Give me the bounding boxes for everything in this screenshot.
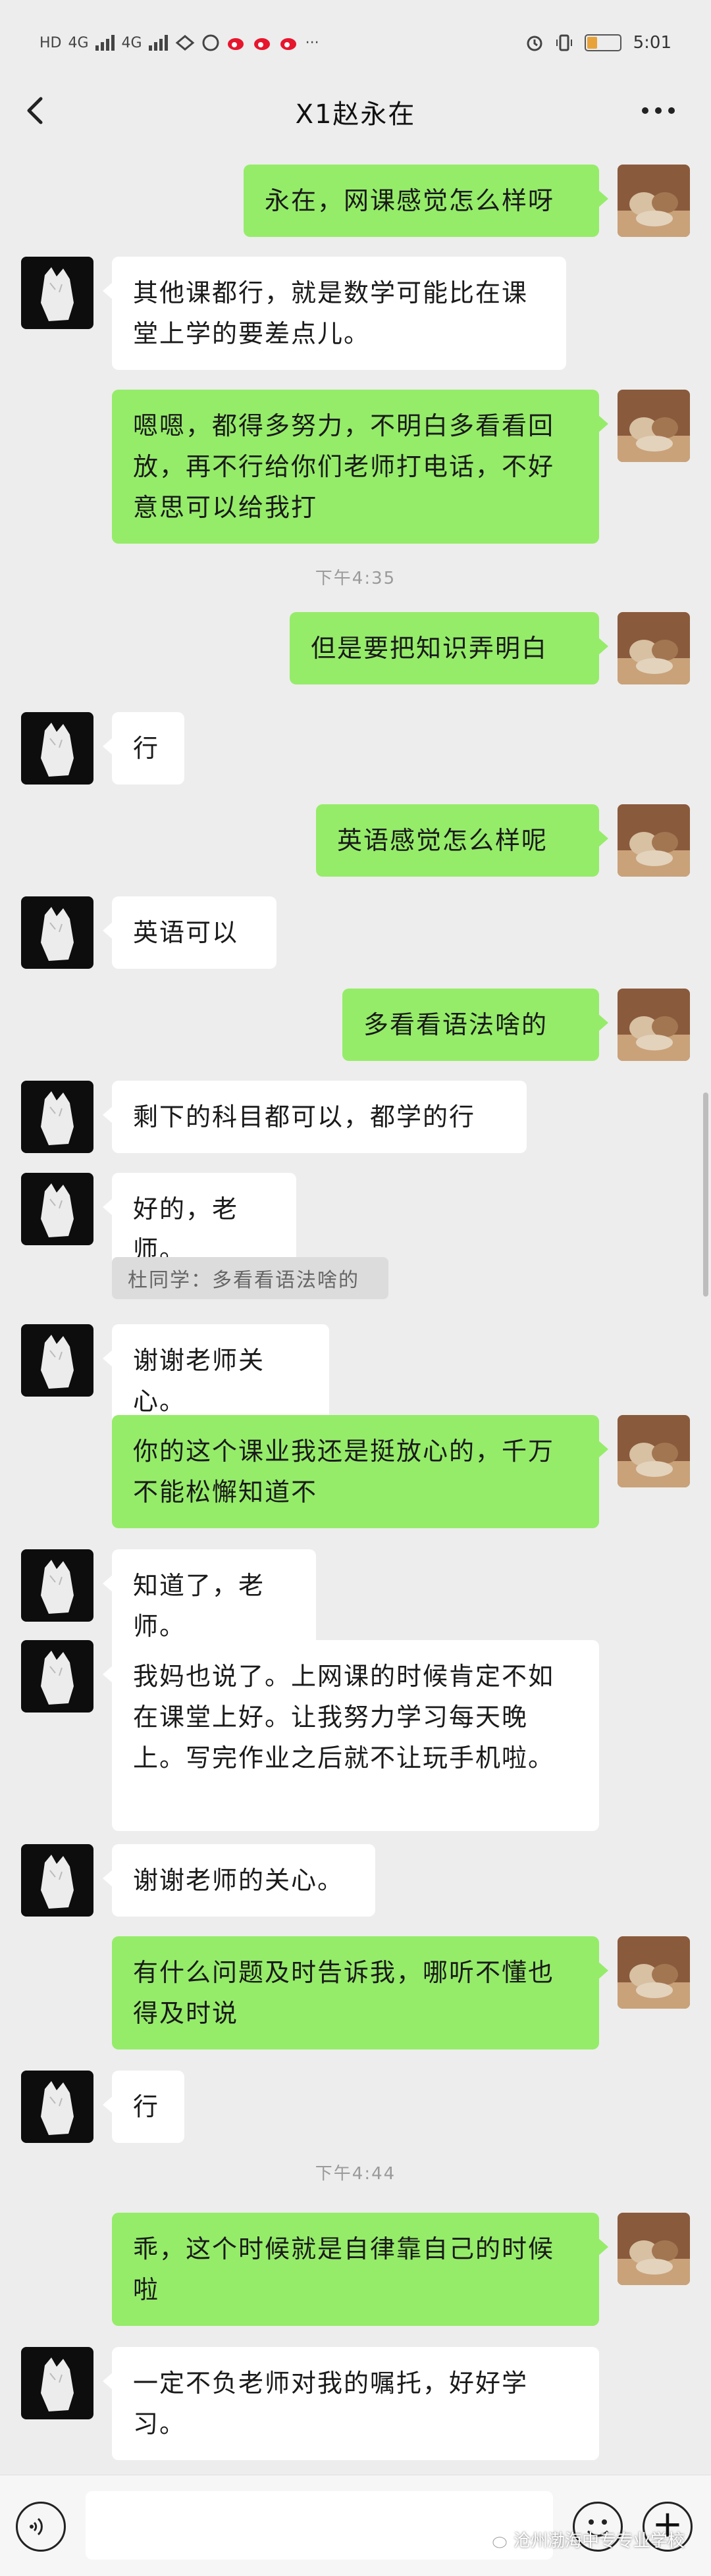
signal-bars-icon-2	[148, 35, 168, 51]
message-bubble[interactable]: 乖，这个时候就是自律靠自己的时候啦	[112, 2213, 608, 2326]
received-message: 行	[0, 2071, 711, 2143]
alarm-icon	[527, 36, 542, 51]
chevron-left-icon	[27, 97, 43, 124]
message-bubble[interactable]: 行	[103, 2071, 184, 2143]
status-left: HD 4G 4G ···	[40, 34, 319, 52]
message-bubble[interactable]: 行	[103, 712, 184, 785]
clock: 5:01	[633, 33, 672, 53]
watermark: 沧州渤海中专专业学校	[485, 2527, 685, 2552]
signal-label-1: 4G	[68, 34, 89, 51]
more-notifications: ···	[305, 34, 319, 51]
vibrate-icon	[556, 34, 572, 51]
message-input[interactable]	[86, 2491, 553, 2560]
my-avatar[interactable]	[618, 989, 690, 1061]
app-notification-icon	[175, 35, 194, 51]
input-bar: +	[0, 2475, 711, 2576]
received-message: 其他课都行，就是数学可能比在课堂上学的要差点儿。	[0, 257, 711, 370]
message-bubble[interactable]: 英语感觉怎么样呢	[316, 804, 608, 877]
contact-avatar[interactable]	[21, 2347, 93, 2419]
contact-avatar[interactable]	[21, 896, 93, 969]
sent-message: 你的这个课业我还是挺放心的，千万不能松懈知道不	[0, 1415, 711, 1528]
message-bubble[interactable]: 你的这个课业我还是挺放心的，千万不能松懈知道不	[112, 1415, 608, 1528]
message-bubble[interactable]: 谢谢老师的关心。	[103, 1844, 375, 1917]
message-bubble[interactable]: 有什么问题及时告诉我，哪听不懂也得及时说	[112, 1936, 608, 2049]
sent-message: 英语感觉怎么样呢	[0, 804, 711, 877]
received-message: 好的，老师。	[0, 1173, 711, 1286]
sent-message: 永在，网课感觉怎么样呀	[0, 165, 711, 237]
my-avatar[interactable]	[618, 1415, 690, 1487]
timestamp: 下午4:44	[315, 2164, 396, 2184]
more-dots-icon	[642, 107, 675, 114]
received-message: 行	[0, 712, 711, 785]
message-bubble[interactable]: 但是要把知识弄明白	[290, 612, 608, 684]
app-notification-icon-2	[202, 34, 219, 51]
quoted-message[interactable]: 杜同学：多看看语法啥的	[112, 1257, 388, 1299]
back-button[interactable]	[22, 91, 62, 130]
message-bubble[interactable]: 永在，网课感觉怎么样呀	[244, 165, 608, 237]
weibo-icon	[227, 38, 244, 50]
message-bubble[interactable]: 其他课都行，就是数学可能比在课堂上学的要差点儿。	[103, 257, 566, 370]
message-bubble[interactable]: 一定不负老师对我的嘱托，好好学习。	[103, 2347, 599, 2460]
chat-title: X1赵永在	[295, 99, 416, 130]
weibo-icon-3	[280, 38, 296, 50]
wechat-logo-icon	[485, 2531, 507, 2548]
hd-badge: HD	[40, 34, 62, 51]
contact-avatar[interactable]	[21, 1640, 93, 1713]
received-message: 我妈也说了。上网课的时候肯定不如在课堂上好。让我努力学习每天晚上。写完作业之后就…	[0, 1640, 711, 1831]
received-message: 剩下的科目都可以，都学的行	[0, 1081, 711, 1153]
contact-avatar[interactable]	[21, 1173, 93, 1245]
message-bubble[interactable]: 多看看语法啥的	[342, 989, 608, 1061]
my-avatar[interactable]	[618, 2213, 690, 2285]
message-bubble[interactable]: 嗯嗯，都得多努力，不明白多看看回放，再不行给你们老师打电话，不好意思可以给我打	[112, 390, 608, 544]
message-bubble[interactable]: 英语可以	[103, 896, 276, 969]
received-message: 谢谢老师关心。	[0, 1324, 711, 1437]
scrollbar[interactable]	[703, 1093, 708, 1297]
voice-icon	[30, 2517, 43, 2536]
voice-button[interactable]	[16, 2502, 66, 2552]
sent-message: 有什么问题及时告诉我，哪听不懂也得及时说	[0, 1936, 711, 2049]
status-right: 5:01	[525, 33, 672, 53]
timestamp: 下午4:35	[315, 569, 396, 588]
sent-message: 嗯嗯，都得多努力，不明白多看看回放，再不行给你们老师打电话，不好意思可以给我打	[0, 390, 711, 544]
message-bubble[interactable]: 剩下的科目都可以，都学的行	[103, 1081, 527, 1153]
weibo-icon-2	[253, 38, 270, 50]
sent-message: 但是要把知识弄明白	[0, 612, 711, 684]
signal-label-2: 4G	[121, 34, 142, 51]
contact-avatar[interactable]	[21, 1549, 93, 1622]
message-bubble[interactable]: 我妈也说了。上网课的时候肯定不如在课堂上好。让我努力学习每天晚上。写完作业之后就…	[103, 1640, 599, 1831]
contact-avatar[interactable]	[21, 1081, 93, 1153]
my-avatar[interactable]	[618, 1936, 690, 2009]
received-message: 谢谢老师的关心。	[0, 1844, 711, 1917]
more-button[interactable]	[632, 91, 685, 138]
signal-bars-icon	[95, 35, 115, 51]
received-message: 英语可以	[0, 896, 711, 969]
status-bar: HD 4G 4G ··· 5:01	[0, 0, 711, 86]
contact-avatar[interactable]	[21, 712, 93, 785]
contact-avatar[interactable]	[21, 257, 93, 329]
contact-avatar[interactable]	[21, 1844, 93, 1917]
my-avatar[interactable]	[618, 165, 690, 237]
sent-message: 乖，这个时候就是自律靠自己的时候啦	[0, 2213, 711, 2326]
received-message: 知道了，老师。	[0, 1549, 711, 1662]
watermark-text: 沧州渤海中专专业学校	[513, 2531, 685, 2551]
my-avatar[interactable]	[618, 390, 690, 462]
my-avatar[interactable]	[618, 804, 690, 877]
battery-level	[587, 37, 598, 49]
contact-avatar[interactable]	[21, 2071, 93, 2143]
battery-icon	[584, 34, 621, 51]
my-avatar[interactable]	[618, 612, 690, 684]
chat-header: X1赵永在	[0, 79, 711, 145]
received-message: 一定不负老师对我的嘱托，好好学习。	[0, 2347, 711, 2460]
sent-message: 多看看语法啥的	[0, 989, 711, 1061]
contact-avatar[interactable]	[21, 1324, 93, 1397]
